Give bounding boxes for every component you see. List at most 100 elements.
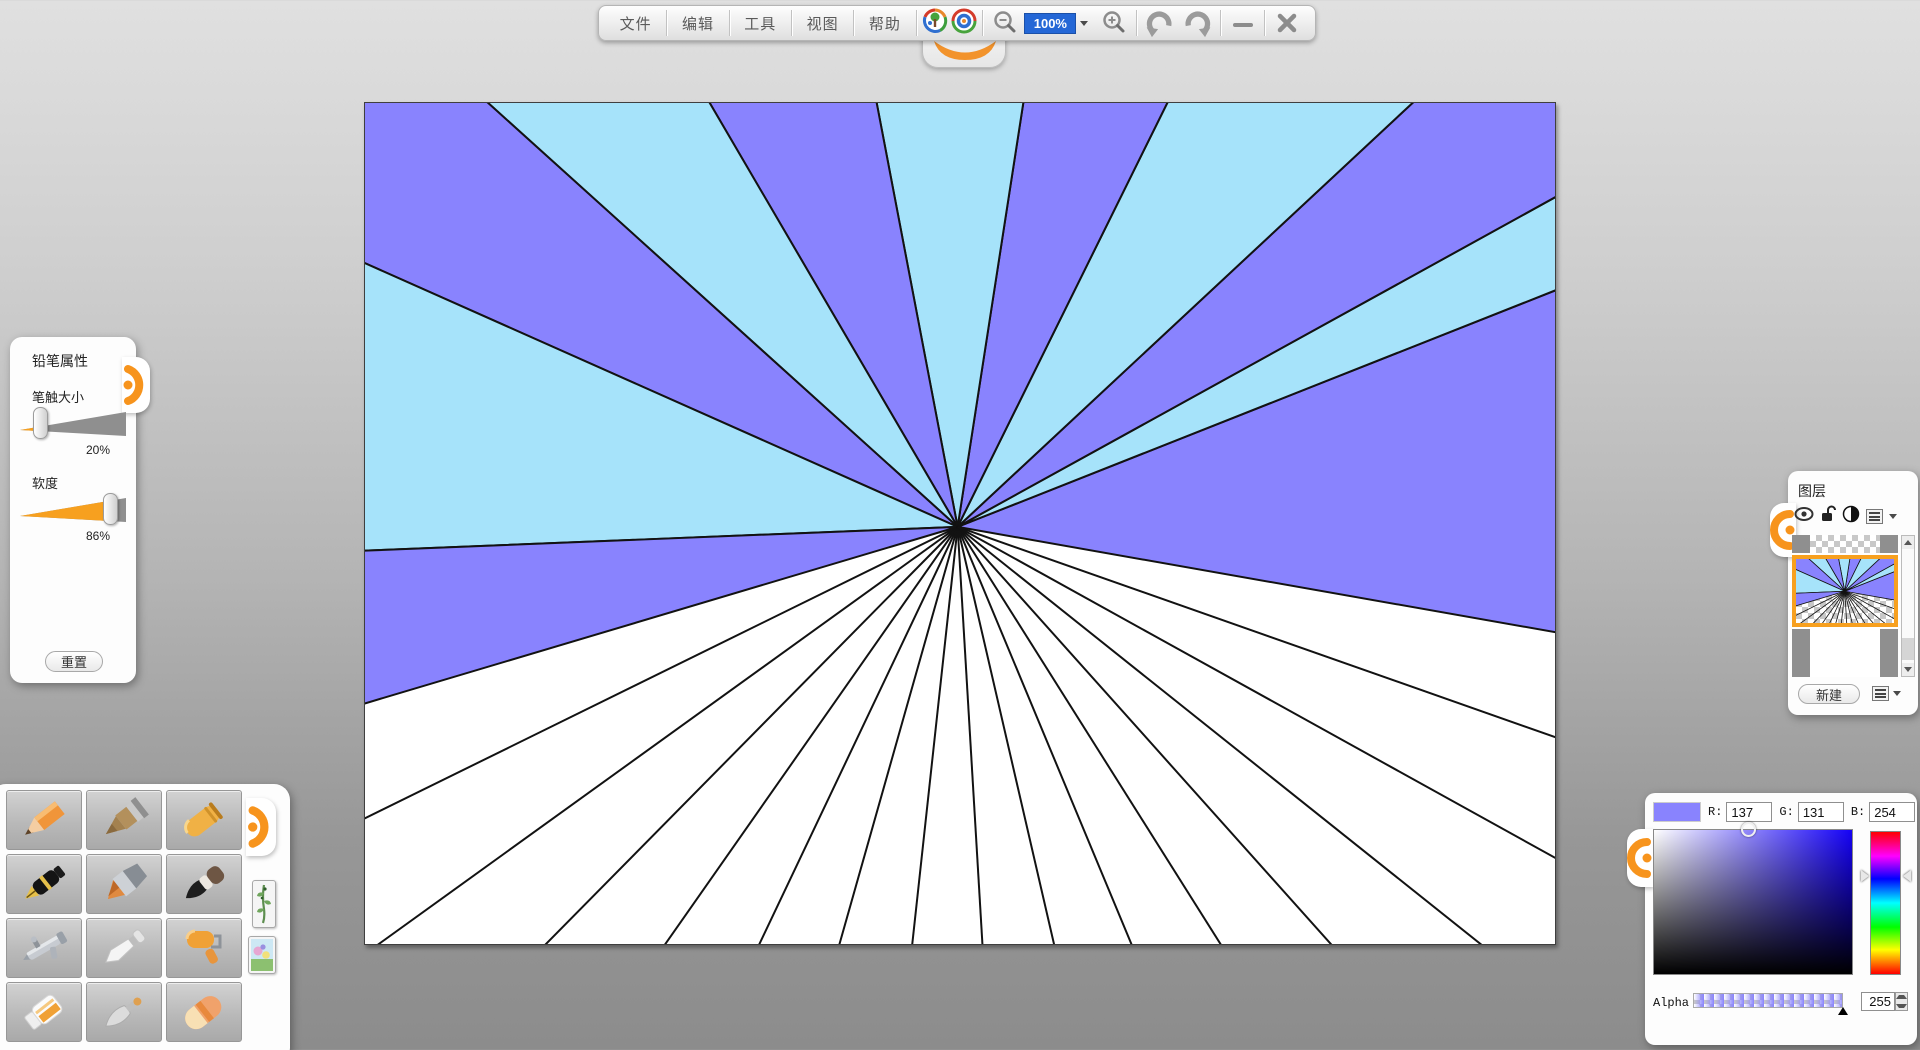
toolbar-separator	[1136, 10, 1137, 36]
zoom-dropdown-caret[interactable]	[1080, 21, 1088, 26]
sv-cursor[interactable]	[1741, 822, 1756, 837]
tool-palette-panel	[0, 784, 290, 1050]
layer-menu-icon[interactable]	[1866, 509, 1883, 524]
layer-list	[1792, 535, 1898, 677]
alpha-spinner[interactable]	[1895, 992, 1908, 1011]
picture-background-icon	[251, 939, 273, 971]
toolbar-separator	[1220, 10, 1221, 36]
layer-row-selected[interactable]	[1792, 555, 1898, 627]
plant-texture-button[interactable]	[252, 880, 276, 928]
alpha-spin-up[interactable]	[1896, 993, 1907, 1002]
red-input[interactable]	[1726, 802, 1772, 822]
layer-visibility-eye-icon[interactable]	[1794, 506, 1814, 527]
menu-edit[interactable]: 编辑	[669, 7, 726, 40]
tool-crayon[interactable]	[166, 790, 242, 850]
close-button[interactable]	[1267, 8, 1307, 38]
tool-paint-tube[interactable]	[6, 982, 82, 1042]
green-label: G:	[1779, 805, 1793, 819]
alpha-label: Alpha	[1653, 996, 1689, 1010]
hue-marker-right[interactable]	[1903, 870, 1911, 882]
blue-input[interactable]	[1869, 802, 1915, 822]
scroll-down-button[interactable]	[1902, 663, 1914, 676]
alpha-value-input[interactable]	[1861, 992, 1895, 1011]
toolbar-separator	[916, 10, 917, 36]
tool-paint-roller[interactable]	[166, 918, 242, 978]
tool-eraser[interactable]	[166, 982, 242, 1042]
tool-airbrush[interactable]	[6, 918, 82, 978]
menu-help[interactable]: 帮助	[856, 7, 913, 40]
close-icon	[1275, 11, 1299, 35]
layer-row-partial[interactable]	[1792, 629, 1898, 677]
blue-label: B:	[1851, 805, 1865, 819]
tool-ink-brush[interactable]	[166, 854, 242, 914]
ink-brush-icon	[173, 860, 235, 908]
scroll-track[interactable]	[1902, 549, 1914, 663]
redo-icon	[1182, 8, 1214, 38]
paint-tube-icon	[13, 988, 75, 1036]
toolbar-separator	[791, 10, 792, 36]
orange-grip-icon	[246, 798, 276, 856]
starburst-drawing	[365, 103, 1555, 944]
tool-pencil[interactable]	[6, 790, 82, 850]
tool-palette-knife[interactable]	[86, 918, 162, 978]
panel-title: 铅笔属性	[32, 351, 88, 371]
paint-roller-icon	[173, 924, 235, 972]
toolbar-separator	[666, 10, 667, 36]
layer-menu-caret[interactable]	[1889, 514, 1897, 519]
tool-flat-brush[interactable]	[86, 854, 162, 914]
tool-charcoal-stick[interactable]	[86, 790, 162, 850]
drawing-canvas[interactable]	[364, 102, 1556, 945]
flat-brush-icon	[93, 860, 155, 908]
menu-file[interactable]: 文件	[607, 7, 664, 40]
brush-size-slider[interactable]	[16, 407, 130, 441]
smudge-tool-icon	[93, 988, 155, 1036]
menu-tools[interactable]: 工具	[732, 7, 789, 40]
reset-button[interactable]: 重置	[45, 651, 103, 672]
pencil-properties-panel: 铅笔属性 笔触大小 20% 软度 86% 重置	[10, 337, 136, 683]
softness-label: 软度	[32, 473, 58, 492]
picture-background-button[interactable]	[248, 936, 276, 974]
layers-panel: 图层	[1788, 471, 1918, 715]
airbrush-icon	[13, 924, 75, 972]
slider-thumb[interactable]	[103, 493, 118, 525]
color-collapse-handle[interactable]	[1627, 829, 1653, 887]
fountain-pen-icon	[13, 860, 75, 908]
layer-options-caret[interactable]	[1893, 691, 1901, 696]
minimize-icon	[1231, 11, 1255, 35]
palette-collapse-handle[interactable]	[246, 798, 276, 856]
zoom-out-button[interactable]	[985, 8, 1025, 38]
tool-fountain-pen[interactable]	[6, 854, 82, 914]
zoom-out-icon	[992, 10, 1018, 36]
alpha-marker[interactable]	[1838, 1007, 1848, 1015]
undo-button[interactable]	[1139, 8, 1179, 38]
charcoal-stick-icon	[93, 796, 155, 844]
hue-marker-left[interactable]	[1861, 870, 1869, 882]
softness-slider[interactable]	[16, 493, 130, 527]
layer-blend-half-circle-icon[interactable]	[1842, 505, 1860, 528]
eraser-icon	[173, 988, 235, 1036]
alpha-slider[interactable]	[1693, 993, 1843, 1008]
scroll-thumb[interactable]	[1902, 638, 1914, 660]
tool-smudge-tool[interactable]	[86, 982, 162, 1042]
clown-left-eye-icon	[922, 8, 948, 39]
layer-row-partial[interactable]	[1792, 535, 1898, 553]
scroll-up-button[interactable]	[1902, 536, 1914, 549]
layer-options-menu-icon[interactable]	[1872, 686, 1889, 701]
saturation-value-square[interactable]	[1653, 829, 1853, 975]
toolbar-separator	[853, 10, 854, 36]
new-layer-button[interactable]: 新建	[1798, 684, 1860, 704]
hue-bar[interactable]	[1870, 831, 1901, 975]
crayon-icon	[173, 796, 235, 844]
undo-icon	[1143, 8, 1175, 38]
menu-view[interactable]: 视图	[794, 7, 851, 40]
layer-list-scrollbar[interactable]	[1901, 535, 1915, 677]
zoom-level-display[interactable]: 100%	[1024, 13, 1076, 34]
panel-collapse-handle[interactable]	[122, 357, 150, 413]
minimize-button[interactable]	[1223, 8, 1263, 38]
zoom-in-button[interactable]	[1094, 8, 1134, 38]
alpha-spin-down[interactable]	[1896, 1002, 1907, 1011]
green-input[interactable]	[1798, 802, 1844, 822]
slider-thumb[interactable]	[33, 407, 48, 439]
redo-button[interactable]	[1178, 8, 1218, 38]
layer-unlock-padlock-icon[interactable]	[1820, 505, 1836, 528]
